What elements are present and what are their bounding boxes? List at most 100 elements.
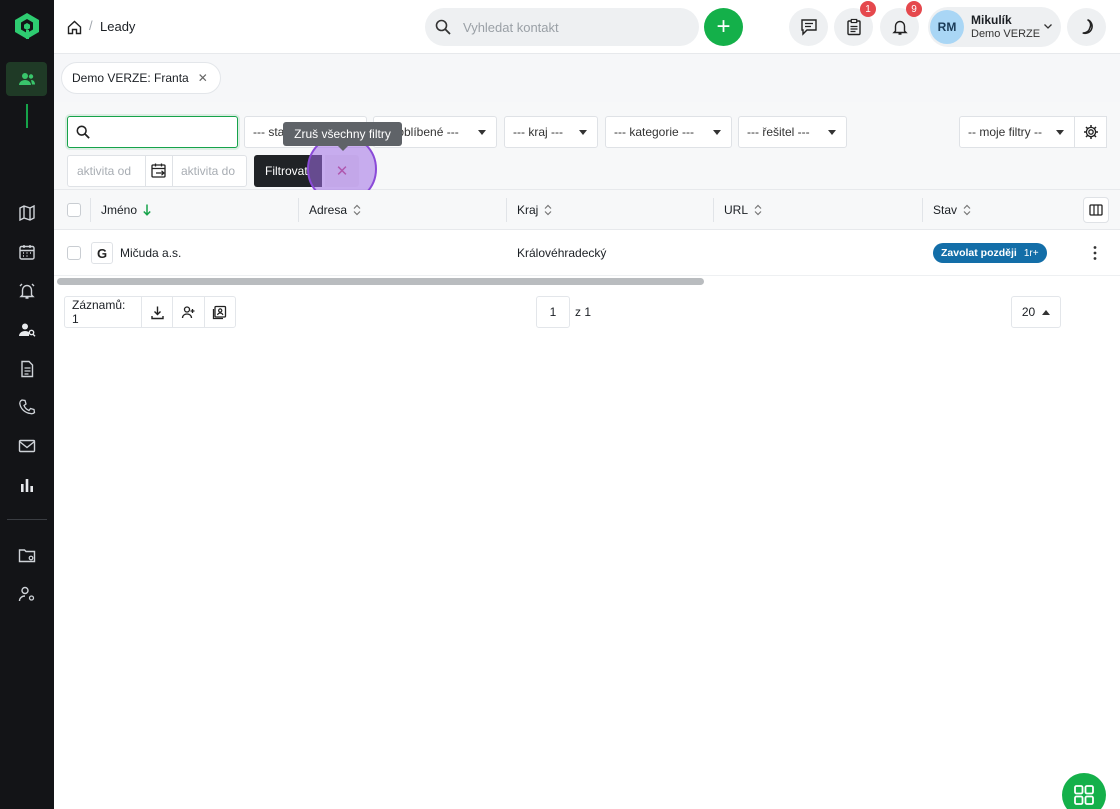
records-count: Záznamů: 1 <box>72 298 126 326</box>
sidebar-item-calendar[interactable] <box>6 235 47 269</box>
user-name: Mikulík <box>971 13 1012 27</box>
horizontal-scrollbar[interactable] <box>57 278 704 285</box>
activity-to-input[interactable]: aktivita do <box>173 164 235 178</box>
column-header-region[interactable]: Kraj <box>517 190 552 230</box>
caret-down-icon <box>828 130 836 135</box>
status-badge[interactable]: Zavolat později 1r+ <box>933 243 1047 263</box>
sidebar-item-alarms[interactable] <box>6 274 47 308</box>
saved-filter-label: Demo VERZE: Franta <box>72 71 189 85</box>
sidebar-item-user-settings[interactable] <box>6 577 47 611</box>
map-icon <box>18 204 35 222</box>
add-button[interactable]: + <box>704 8 743 46</box>
export-button[interactable] <box>141 297 172 327</box>
page-number-input[interactable]: 1 <box>536 296 570 328</box>
sidebar-item-stats[interactable] <box>6 468 47 502</box>
assign-user-button[interactable] <box>172 297 203 327</box>
sidebar-item-email[interactable] <box>6 429 47 463</box>
users-icon <box>18 73 35 85</box>
caret-down-icon <box>478 130 486 135</box>
folder-settings-icon <box>18 549 35 563</box>
date-range-picker-button[interactable] <box>145 156 173 186</box>
caret-up-icon <box>1042 309 1051 315</box>
status-sub-badge: 1r+ <box>1023 247 1039 259</box>
assignee-filter-select[interactable]: --- řešitel --- <box>738 116 847 148</box>
alarm-bell-icon <box>18 283 35 299</box>
download-icon <box>150 306 164 319</box>
caret-down-icon <box>579 130 587 135</box>
notifications-badge: 9 <box>906 1 922 17</box>
my-filters-select[interactable]: -- moje filtry -- <box>959 116 1075 148</box>
sort-icon <box>754 204 762 216</box>
user-settings-icon <box>18 586 34 602</box>
sidebar-item-folder-settings[interactable] <box>6 538 47 572</box>
contact-cards-button[interactable] <box>203 297 235 327</box>
filter-settings-button[interactable] <box>1075 116 1107 148</box>
column-header-url[interactable]: URL <box>724 190 762 230</box>
sidebar-item-leads[interactable] <box>6 62 47 96</box>
activity-from-input[interactable]: aktivita od <box>68 164 145 178</box>
page-total: z 1 <box>575 305 592 319</box>
records-toolbar: Záznamů: 1 <box>64 296 236 328</box>
top-bar: / Leady + 1 9 RM Mikulík Demo VERZE <box>54 0 1120 54</box>
row-region-cell: Královéhradecký <box>517 246 607 260</box>
bell-icon <box>891 20 908 35</box>
breadcrumb-separator: / <box>89 18 93 33</box>
home-icon[interactable] <box>67 20 82 35</box>
saved-filter-tab[interactable]: Demo VERZE: Franta ✕ <box>61 62 221 94</box>
apps-launcher-button[interactable] <box>1062 773 1106 809</box>
category-filter-select[interactable]: --- kategorie --- <box>605 116 732 148</box>
theme-toggle-button[interactable] <box>1067 8 1106 46</box>
notifications-button[interactable]: 9 <box>880 1 922 46</box>
filter-bar: --- stav --- --- oblíbené --- --- kraj -… <box>54 102 1120 204</box>
search-input[interactable] <box>463 19 663 35</box>
activity-date-range: aktivita od aktivita do <box>67 155 247 187</box>
mail-icon <box>18 439 35 453</box>
phone-icon <box>18 399 35 415</box>
caret-down-icon <box>1056 130 1064 135</box>
avatar: RM <box>930 10 964 44</box>
page-size-select[interactable]: 20 <box>1011 296 1061 328</box>
sort-icon <box>353 204 361 216</box>
clipboard-icon <box>846 18 861 36</box>
plus-icon: + <box>716 13 731 40</box>
table-row[interactable]: G Mičuda a.s. Královéhradecký Zavolat po… <box>54 230 1120 276</box>
clear-filters-tooltip: Zruš všechny filtry <box>283 122 402 151</box>
messages-button[interactable] <box>789 8 828 46</box>
region-filter-select[interactable]: --- kraj --- <box>504 116 598 148</box>
user-menu[interactable]: RM Mikulík Demo VERZE <box>928 7 1061 47</box>
column-header-status[interactable]: Stav <box>933 190 971 230</box>
column-header-name[interactable]: Jméno <box>101 190 151 230</box>
google-icon[interactable]: G <box>91 242 113 264</box>
gear-icon <box>1083 125 1098 139</box>
user-org: Demo VERZE <box>971 28 1041 40</box>
sort-icon <box>544 204 552 216</box>
table-search-input[interactable] <box>67 116 238 148</box>
user-search-icon <box>18 323 35 337</box>
contact-search[interactable] <box>425 8 699 46</box>
sidebar-active-line <box>26 104 28 128</box>
sidebar-item-map[interactable] <box>6 196 47 230</box>
app-logo-icon[interactable] <box>14 12 40 40</box>
chevron-down-icon <box>1044 24 1052 29</box>
lead-name[interactable]: Mičuda a.s. <box>120 246 181 260</box>
contact-card-icon <box>213 305 227 319</box>
tasks-button[interactable]: 1 <box>834 1 876 46</box>
leads-panel: --- stav --- --- oblíbené --- --- kraj -… <box>54 102 1120 809</box>
columns-icon <box>1089 204 1103 216</box>
column-chooser-button[interactable] <box>1083 197 1109 223</box>
table-header: Jméno Adresa Kraj URL Stav <box>54 190 1120 230</box>
row-name-cell: G Mičuda a.s. <box>91 230 181 276</box>
row-status-cell: Zavolat později 1r+ <box>933 230 1047 276</box>
sidebar-divider <box>7 519 47 520</box>
row-menu-icon[interactable] <box>1093 245 1097 261</box>
sidebar-item-documents[interactable] <box>6 352 47 386</box>
sidebar-item-contacts-search[interactable] <box>6 313 47 347</box>
close-icon[interactable]: ✕ <box>198 71 208 85</box>
moon-icon <box>1081 19 1093 35</box>
calendar-range-icon <box>151 163 166 178</box>
bar-chart-icon <box>20 479 33 492</box>
row-checkbox[interactable] <box>67 230 81 276</box>
column-header-address[interactable]: Adresa <box>309 190 361 230</box>
select-all-checkbox[interactable] <box>67 190 81 230</box>
sidebar-item-calls[interactable] <box>6 390 47 424</box>
